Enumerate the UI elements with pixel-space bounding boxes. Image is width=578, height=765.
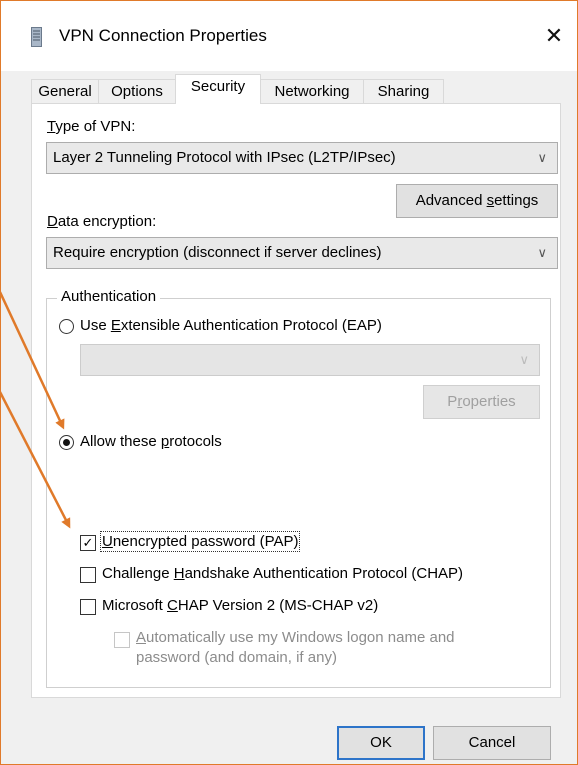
chap-checkbox[interactable] <box>80 567 96 583</box>
encryption-label: Data encryption: <box>47 213 157 230</box>
window-title: VPN Connection Properties <box>59 26 267 45</box>
eap-properties-button[interactable]: Properties <box>423 385 540 419</box>
cancel-button[interactable]: Cancel <box>433 726 551 760</box>
title-bar: VPN Connection Properties ✕ <box>1 1 577 71</box>
chevron-down-icon: ∨ <box>537 150 547 165</box>
tab-options[interactable]: Options <box>98 79 176 103</box>
mschap-checkbox[interactable] <box>80 599 96 615</box>
eap-method-select[interactable]: ∨ <box>80 344 540 376</box>
vpn-type-value: Layer 2 Tunneling Protocol with IPsec (L… <box>53 149 396 166</box>
pap-checkbox[interactable]: ✓ <box>80 535 96 551</box>
tab-general[interactable]: General <box>31 79 99 103</box>
vpn-type-select[interactable]: Layer 2 Tunneling Protocol with IPsec (L… <box>46 142 558 174</box>
eap-radio-label[interactable]: Use Extensible Authentication Protocol (… <box>80 317 382 334</box>
vpn-properties-window: VPN Connection Properties ✕ General Opti… <box>0 0 578 765</box>
autologon-checkbox[interactable] <box>114 632 130 648</box>
autologon-label[interactable]: Automatically use my Windows logon name … <box>136 629 455 646</box>
tab-security[interactable]: Security <box>175 74 261 104</box>
chevron-down-icon: ∨ <box>519 352 529 367</box>
autologon-label-line2: password (and domain, if any) <box>136 649 337 666</box>
tab-sharing[interactable]: Sharing <box>363 79 444 103</box>
encryption-select[interactable]: Require encryption (disconnect if server… <box>46 237 558 269</box>
network-icon <box>31 27 42 47</box>
advanced-settings-button[interactable]: Advanced settings <box>396 184 558 218</box>
mschap-label[interactable]: Microsoft CHAP Version 2 (MS-CHAP v2) <box>102 597 378 614</box>
allow-protocols-radio[interactable] <box>59 435 74 450</box>
pap-label[interactable]: Unencrypted password (PAP) <box>99 531 301 552</box>
eap-radio[interactable] <box>59 319 74 334</box>
authentication-group-title: Authentication <box>57 288 161 305</box>
radio-selected-dot <box>63 439 70 446</box>
vpn-type-label: Type of VPN: <box>47 118 136 135</box>
chevron-down-icon: ∨ <box>537 245 547 260</box>
allow-protocols-label[interactable]: Allow these protocols <box>80 433 222 450</box>
tab-networking[interactable]: Networking <box>260 79 364 103</box>
close-button[interactable]: ✕ <box>531 17 577 55</box>
ok-button[interactable]: OK <box>337 726 425 760</box>
checkmark-icon: ✓ <box>82 535 94 550</box>
chap-label[interactable]: Challenge Handshake Authentication Proto… <box>102 565 463 582</box>
encryption-value: Require encryption (disconnect if server… <box>53 244 382 261</box>
close-icon: ✕ <box>544 23 564 48</box>
